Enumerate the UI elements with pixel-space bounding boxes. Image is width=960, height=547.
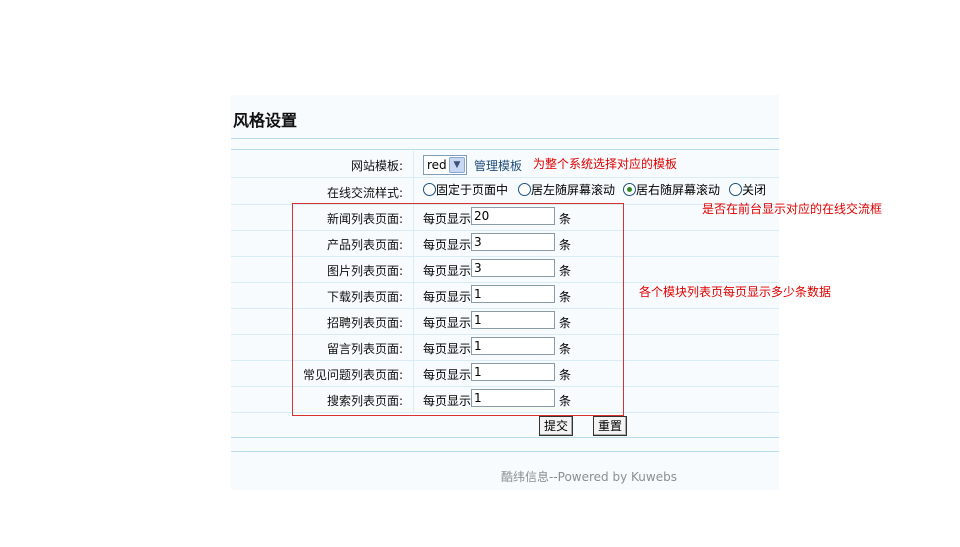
manage-template-link[interactable]: 管理模板 (474, 157, 522, 174)
radio-icon (729, 183, 742, 196)
divider (231, 138, 779, 139)
radio-checked-icon (623, 183, 636, 196)
divider (231, 149, 779, 150)
annotation-list: 各个模块列表页每页显示多少条数据 (639, 285, 832, 299)
chevron-down-icon: ▼ (449, 157, 465, 173)
chat-style-row: 在线交流样式: 固定于页面中 居左随屏幕滚动 居右随屏幕滚动 关闭 (231, 178, 779, 205)
footer-text: 酷纬信息--Powered by Kuwebs (501, 470, 677, 484)
template-select[interactable]: red ▼ (423, 155, 467, 175)
chat-option-right[interactable]: 居右随屏幕滚动 (623, 181, 720, 198)
divider (231, 437, 779, 438)
template-label: 网站模板: (350, 159, 403, 173)
chat-option-fixed[interactable]: 固定于页面中 (423, 181, 508, 198)
radio-icon (518, 183, 531, 196)
divider (231, 451, 779, 452)
page-title: 风格设置 (233, 111, 298, 130)
annotation-template: 为整个系统选择对应的模板 (533, 157, 678, 171)
reset-button[interactable]: 重置 (593, 416, 628, 436)
chat-option-left[interactable]: 居左随屏幕滚动 (518, 181, 615, 198)
radio-icon (423, 183, 436, 196)
annotation-box (292, 203, 624, 416)
template-row: 网站模板: red ▼ 管理模板 (231, 151, 779, 178)
annotation-chat: 是否在前台显示对应的在线交流框 (702, 202, 883, 216)
chat-style-label: 在线交流样式: (326, 186, 403, 200)
template-select-value: red (427, 158, 447, 172)
chat-option-off[interactable]: 关闭 (729, 181, 766, 198)
submit-button[interactable]: 提交 (539, 416, 574, 436)
